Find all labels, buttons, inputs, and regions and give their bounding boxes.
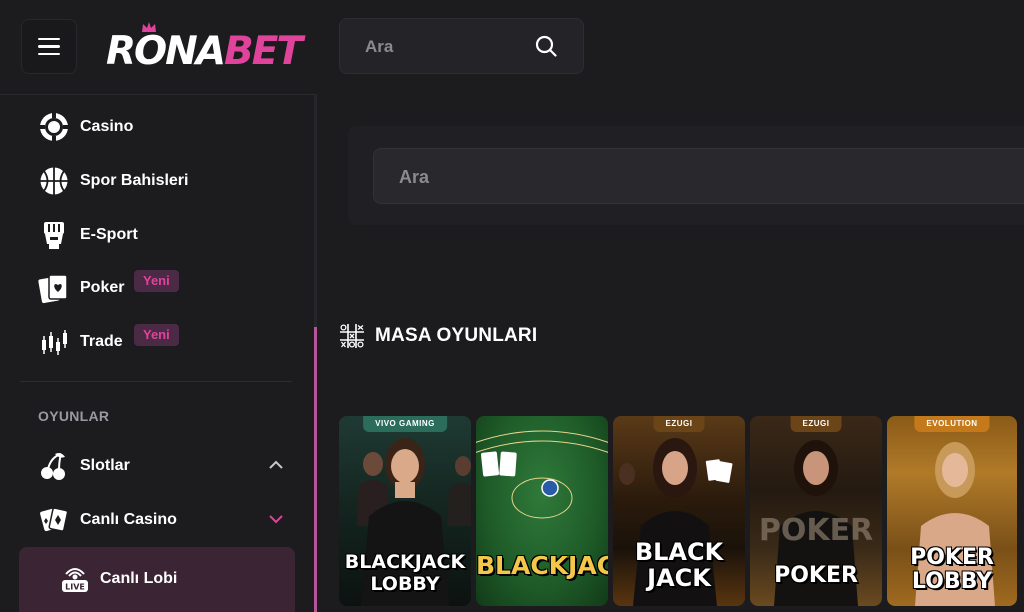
sidebar-item-label: E-Sport: [80, 226, 138, 243]
game-card-black-jack[interactable]: EZUGI BLACK JACK: [613, 416, 745, 606]
candlestick-chart-icon: [38, 326, 70, 358]
game-title-line1: POKER: [910, 545, 994, 570]
header-search[interactable]: Ara: [339, 18, 584, 74]
menu-line: [38, 45, 60, 48]
sidebar-item-label: Poker: [80, 279, 125, 296]
section-title-oyunlar: OYUNLAR: [38, 408, 110, 424]
game-search-placeholder: Ara: [399, 167, 430, 187]
sidebar-item-label: Trade: [80, 333, 123, 350]
basketball-icon: [38, 165, 70, 197]
search-icon[interactable]: [535, 35, 557, 57]
sidebar-item-label: Casino: [80, 118, 134, 135]
chevron-up-icon[interactable]: [268, 459, 284, 471]
sidebar-item-trade[interactable]: Trade: [38, 325, 123, 359]
svg-text:LIVE: LIVE: [65, 583, 85, 592]
sidebar-item-poker[interactable]: Poker: [38, 271, 124, 305]
casino-chip-icon: [38, 111, 70, 143]
game-title-line2: LOBBY: [370, 573, 440, 595]
menu-line: [38, 37, 60, 41]
logo-text-bet: BET: [224, 29, 303, 74]
sidebar-divider: [20, 381, 292, 382]
section-header-masa-oyunlari: MASA OYUNLARI: [339, 322, 537, 350]
cherries-icon: [38, 450, 70, 482]
sidebar-item-label: Canlı Lobi: [100, 570, 178, 587]
sidebar-item-e-sport[interactable]: E-Sport: [38, 218, 138, 252]
tic-tac-toe-icon: [340, 324, 364, 348]
header-search-placeholder: Ara: [365, 37, 394, 56]
playing-cards-icon: [38, 504, 70, 536]
game-card-poker-lobby[interactable]: EVOLUTION POKER LOBBY: [887, 416, 1017, 606]
new-badge: Yeni: [134, 270, 179, 292]
section-title: MASA OYUNLARI: [375, 325, 538, 346]
provider-label: EZUGI: [653, 416, 705, 432]
sidebar-item-slotlar[interactable]: Slotlar: [38, 449, 130, 483]
hamburger-menu-button[interactable]: [21, 19, 77, 74]
sidebar-item-canli-lobi[interactable]: LIVE Canlı Lobi: [19, 547, 295, 612]
top-bar: RONABET Ara: [0, 0, 1024, 94]
provider-label: VIVO GAMING: [363, 416, 447, 432]
sidebar-item-label: Spor Bahisleri: [80, 172, 189, 189]
provider-label: EZUGI: [790, 416, 842, 432]
esport-fist-icon: [38, 219, 70, 251]
logo-text: RONABET: [106, 29, 303, 74]
game-card-poker[interactable]: POKER EZUGI POKER: [750, 416, 882, 606]
svg-text:POKER: POKER: [759, 513, 873, 548]
provider-label: EVOLUTION: [914, 416, 990, 432]
game-card-blackjack[interactable]: BLACKJAC: [476, 416, 608, 606]
sidebar-item-label: Slotlar: [80, 457, 130, 474]
new-badge: Yeni: [134, 324, 179, 346]
sidebar-item-canli-casino[interactable]: Canlı Casino: [38, 503, 177, 537]
logo-text-rona: RONA: [106, 29, 226, 74]
game-card-blackjack-lobby[interactable]: VIVO GAMING BLACKJACK LOBBY: [339, 416, 471, 606]
menu-line: [38, 52, 60, 56]
game-search-input[interactable]: Ara: [373, 148, 1024, 204]
game-title-line2: LOBBY: [911, 569, 993, 594]
live-broadcast-icon: LIVE: [62, 568, 88, 592]
game-title-line1: BLACK: [634, 538, 724, 566]
game-title-line2: JACK: [647, 564, 711, 592]
game-title-line1: POKER: [774, 563, 858, 588]
game-title-line1: BLACKJAC: [476, 551, 608, 580]
poker-cards-icon: [38, 272, 70, 304]
site-logo[interactable]: RONABET: [106, 22, 303, 76]
sidebar-item-spor-bahisleri[interactable]: Spor Bahisleri: [38, 164, 188, 198]
sidebar-item-label: Canlı Casino: [80, 511, 177, 528]
sidebar-item-casino[interactable]: Casino: [38, 110, 133, 144]
game-title-line1: BLACKJACK: [344, 551, 466, 573]
chevron-down-icon[interactable]: [268, 513, 284, 525]
